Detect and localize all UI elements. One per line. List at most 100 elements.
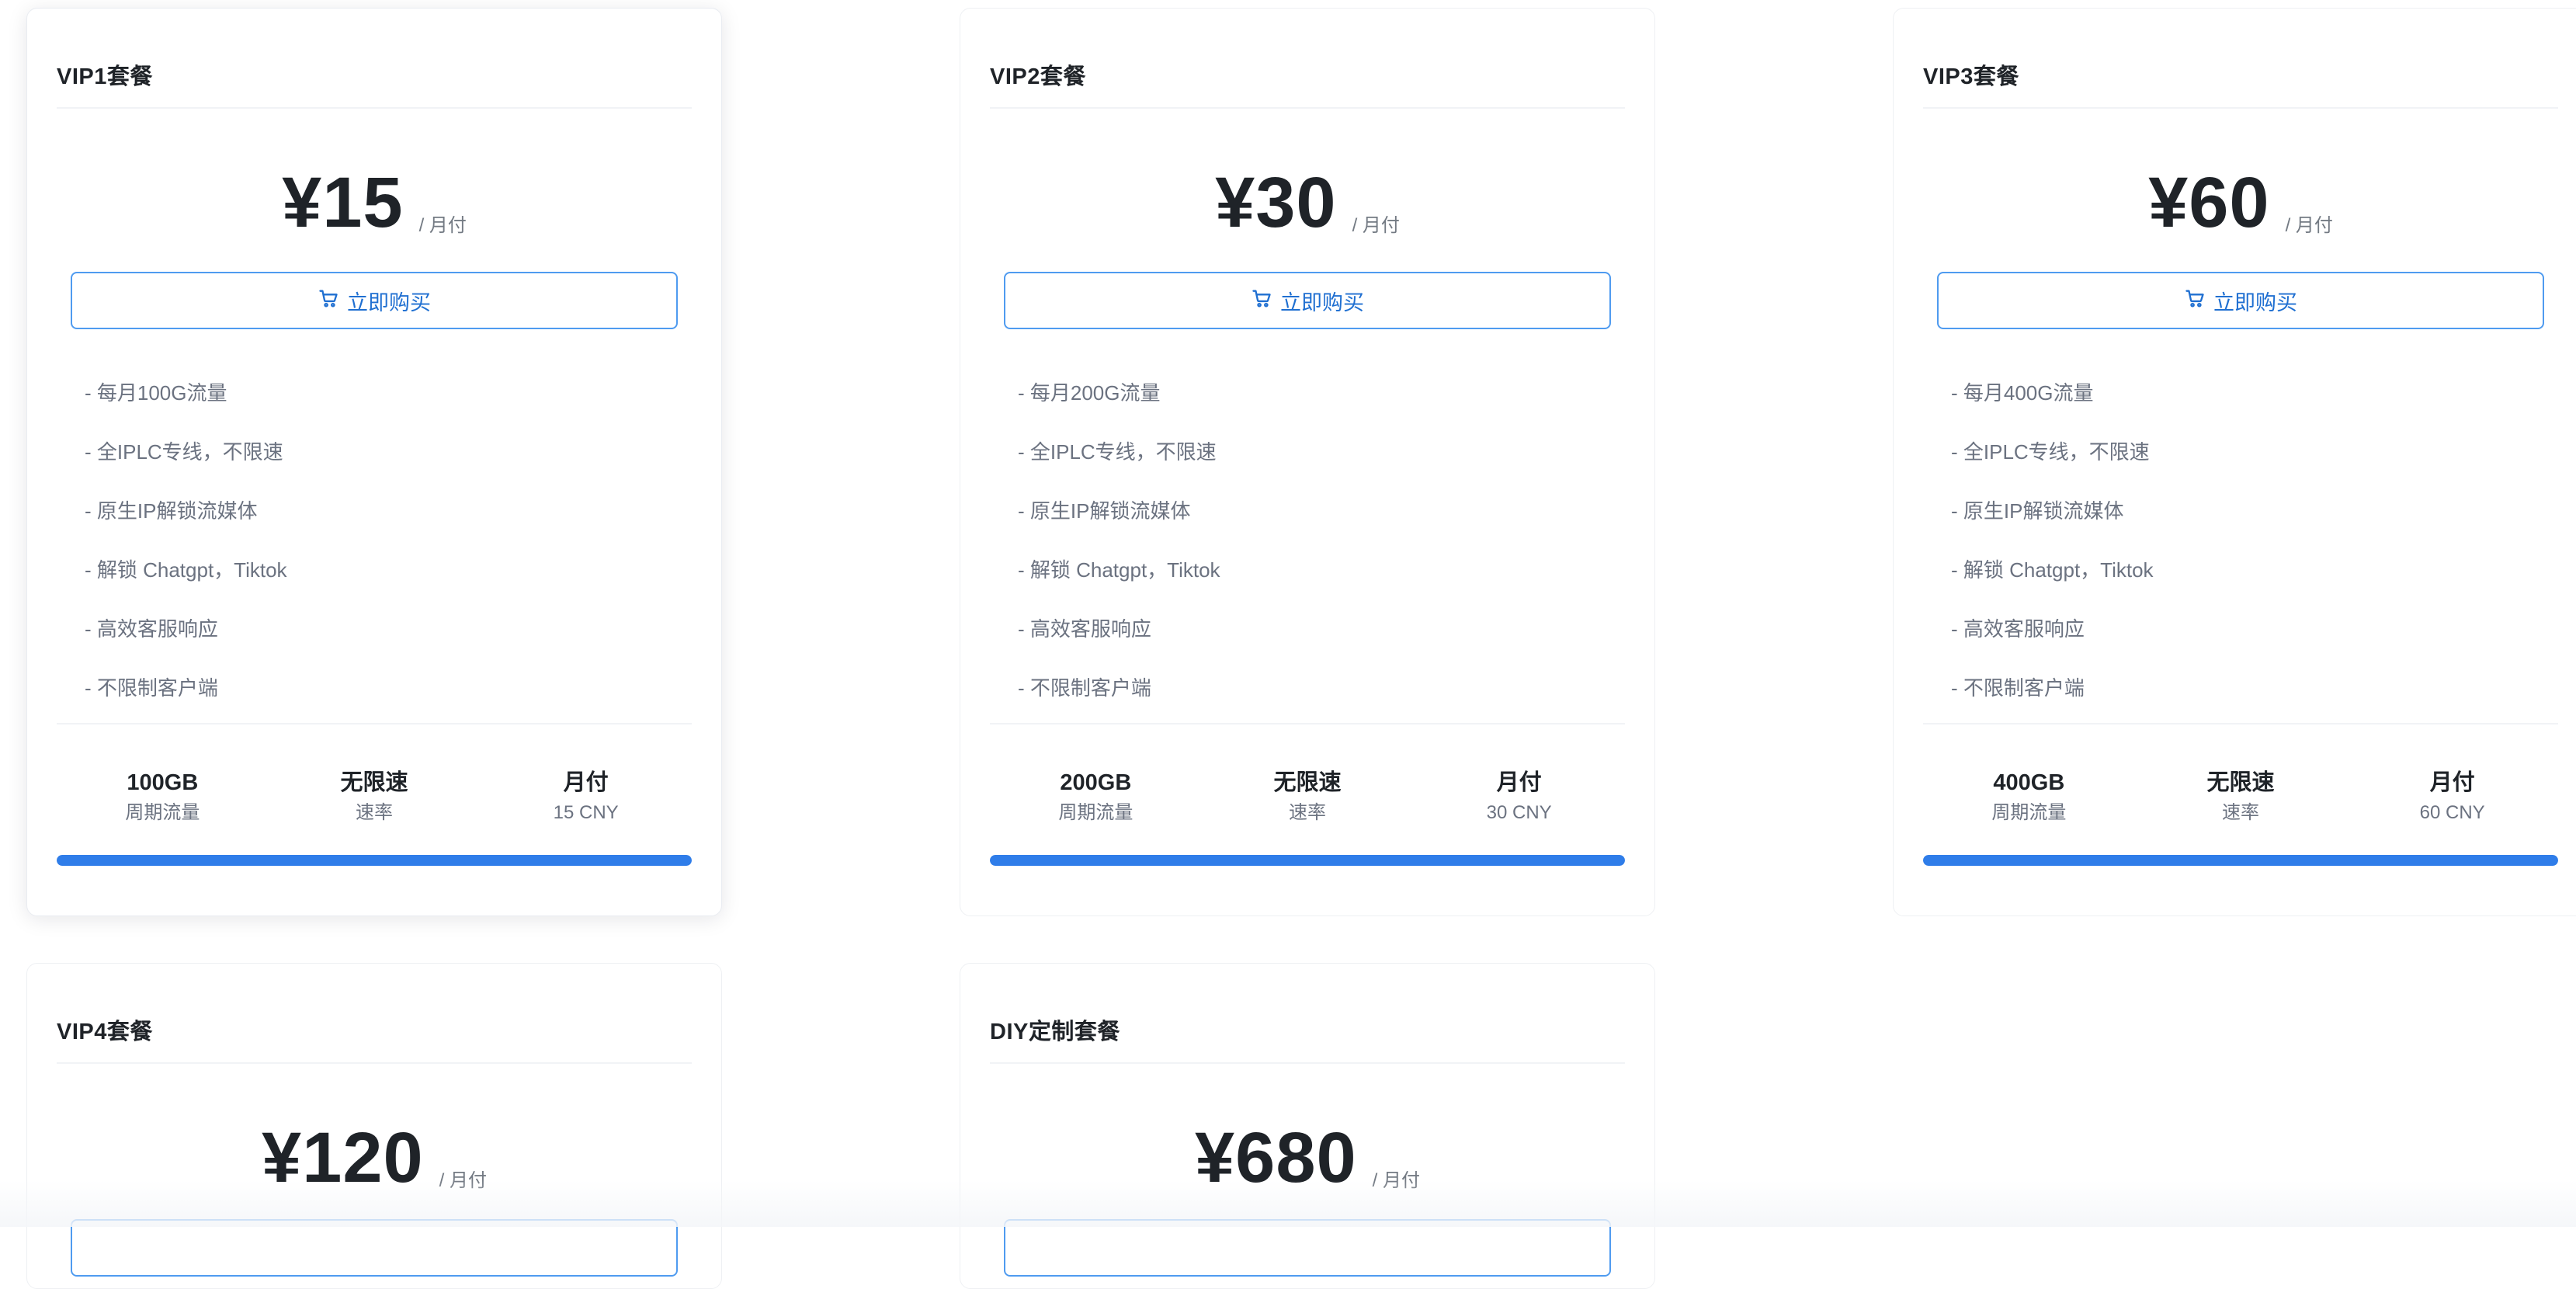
stat-billing: 月付 30 CNY	[1413, 770, 1625, 824]
feature-item: - 解锁 Chatgpt，Tiktok	[85, 558, 287, 582]
buy-now-label: 立即购买	[347, 290, 431, 314]
feature-item: - 高效客服响应	[1018, 617, 1151, 641]
feature-item: - 解锁 Chatgpt，Tiktok	[1018, 558, 1220, 582]
buy-now-button[interactable]: 立即购买	[71, 272, 678, 329]
feature-item: - 原生IP解锁流媒体	[85, 499, 258, 523]
stat-speed: 无限速 速率	[2135, 770, 2347, 824]
feature-list: - 每月200G流量 - 全IPLC专线，不限速 - 原生IP解锁流媒体 - 解…	[1018, 380, 1220, 734]
price-row: ¥15 / 月付	[27, 156, 721, 249]
feature-item: - 原生IP解锁流媒体	[1018, 499, 1191, 523]
plan-price: ¥120	[261, 1118, 424, 1197]
stat-label: 速率	[356, 802, 393, 823]
stat-label: 周期流量	[1058, 802, 1134, 823]
feature-item: - 全IPLC专线，不限速	[1951, 440, 2150, 464]
cart-icon	[2184, 287, 2206, 314]
plan-title: VIP2套餐	[990, 64, 1086, 89]
cart-icon	[318, 287, 339, 314]
stat-value: 400GB	[1993, 770, 2065, 795]
price-period: / 月付	[1352, 215, 1400, 236]
progress-fill	[57, 855, 692, 866]
buy-now-button[interactable]	[1004, 1219, 1611, 1277]
stat-value: 无限速	[2206, 770, 2275, 795]
progress-bar	[57, 855, 692, 866]
feature-item: - 高效客服响应	[1951, 617, 2085, 641]
price-period: / 月付	[439, 1170, 487, 1191]
price-row: ¥120 / 月付	[27, 1111, 721, 1204]
stat-label: 周期流量	[1991, 802, 2067, 823]
plan-stats: 100GB 周期流量 无限速 速率 月付 15 CNY	[57, 770, 692, 824]
divider	[990, 723, 1625, 724]
buy-now-button[interactable]	[71, 1219, 678, 1277]
stat-traffic: 100GB 周期流量	[57, 770, 269, 824]
plan-title: VIP1套餐	[57, 64, 153, 89]
plan-card-vip4: VIP4套餐 ¥120 / 月付	[26, 963, 722, 1289]
stat-billing: 月付 15 CNY	[480, 770, 692, 824]
feature-item: - 全IPLC专线，不限速	[85, 440, 283, 464]
plan-title: DIY定制套餐	[990, 1020, 1120, 1044]
stat-label: 速率	[2222, 802, 2259, 823]
plan-stats: 200GB 周期流量 无限速 速率 月付 30 CNY	[990, 770, 1625, 824]
stat-label: 15 CNY	[553, 802, 619, 823]
plan-stats: 400GB 周期流量 无限速 速率 月付 60 CNY	[1923, 770, 2558, 824]
feature-item: - 高效客服响应	[85, 617, 218, 641]
buy-now-button[interactable]: 立即购买	[1004, 272, 1611, 329]
feature-list: - 每月400G流量 - 全IPLC专线，不限速 - 原生IP解锁流媒体 - 解…	[1951, 380, 2154, 734]
stat-value: 月付	[1496, 770, 1542, 795]
stat-label: 周期流量	[125, 802, 200, 823]
stat-traffic: 200GB 周期流量	[990, 770, 1202, 824]
price-period: / 月付	[1372, 1170, 1420, 1191]
stat-value: 月付	[563, 770, 609, 795]
feature-item: - 不限制客户端	[85, 676, 218, 700]
stat-label: 60 CNY	[2419, 802, 2485, 823]
card-header: VIP3套餐	[1923, 9, 2558, 109]
progress-fill	[990, 855, 1625, 866]
divider	[1923, 723, 2558, 724]
stat-value: 无限速	[1273, 770, 1342, 795]
plan-card-vip2: VIP2套餐 ¥30 / 月付 立即购买 - 每月200G流量 - 全IPLC专线…	[960, 8, 1655, 916]
stat-speed: 无限速 速率	[1202, 770, 1414, 824]
buy-now-label: 立即购买	[2213, 290, 2297, 314]
plan-price: ¥60	[2148, 163, 2270, 242]
stat-value: 无限速	[340, 770, 408, 795]
stat-speed: 无限速 速率	[269, 770, 481, 824]
feature-item: - 每月400G流量	[1951, 381, 2094, 405]
card-header: VIP1套餐	[57, 9, 692, 109]
stat-value: 100GB	[127, 770, 199, 795]
plan-price: ¥30	[1215, 163, 1337, 242]
plan-card-vip1: VIP1套餐 ¥15 / 月付 立即购买 - 每月100G流量 - 全IPLC专线…	[26, 8, 722, 916]
stat-value: 月付	[2429, 770, 2475, 795]
feature-item: - 解锁 Chatgpt，Tiktok	[1951, 558, 2154, 582]
progress-bar	[990, 855, 1625, 866]
stat-label: 速率	[1289, 802, 1326, 823]
card-header: VIP4套餐	[57, 964, 692, 1064]
plan-title: VIP3套餐	[1923, 64, 2019, 89]
feature-list: - 每月100G流量 - 全IPLC专线，不限速 - 原生IP解锁流媒体 - 解…	[85, 380, 287, 734]
stat-billing: 月付 60 CNY	[2346, 770, 2558, 824]
stat-traffic: 400GB 周期流量	[1923, 770, 2135, 824]
card-header: DIY定制套餐	[990, 964, 1625, 1064]
feature-item: - 每月100G流量	[85, 381, 227, 405]
plan-price: ¥15	[282, 163, 404, 242]
card-header: VIP2套餐	[990, 9, 1625, 109]
plan-title: VIP4套餐	[57, 1020, 153, 1044]
progress-bar	[1923, 855, 2558, 866]
feature-item: - 全IPLC专线，不限速	[1018, 440, 1217, 464]
price-row: ¥680 / 月付	[960, 1111, 1654, 1204]
plan-card-diy: DIY定制套餐 ¥680 / 月付	[960, 963, 1655, 1289]
buy-now-label: 立即购买	[1280, 290, 1364, 314]
progress-fill	[1923, 855, 2558, 866]
feature-item: - 每月200G流量	[1018, 381, 1161, 405]
feature-item: - 原生IP解锁流媒体	[1951, 499, 2124, 523]
price-row: ¥60 / 月付	[1894, 156, 2576, 249]
price-period: / 月付	[418, 215, 467, 236]
plan-price: ¥680	[1194, 1118, 1357, 1197]
divider	[57, 723, 692, 724]
price-row: ¥30 / 月付	[960, 156, 1654, 249]
stat-label: 30 CNY	[1486, 802, 1552, 823]
plan-card-vip3: VIP3套餐 ¥60 / 月付 立即购买 - 每月400G流量 - 全IPLC专线…	[1893, 8, 2576, 916]
cart-icon	[1251, 287, 1272, 314]
price-period: / 月付	[2285, 215, 2333, 236]
feature-item: - 不限制客户端	[1018, 676, 1151, 700]
buy-now-button[interactable]: 立即购买	[1937, 272, 2544, 329]
feature-item: - 不限制客户端	[1951, 676, 2085, 700]
